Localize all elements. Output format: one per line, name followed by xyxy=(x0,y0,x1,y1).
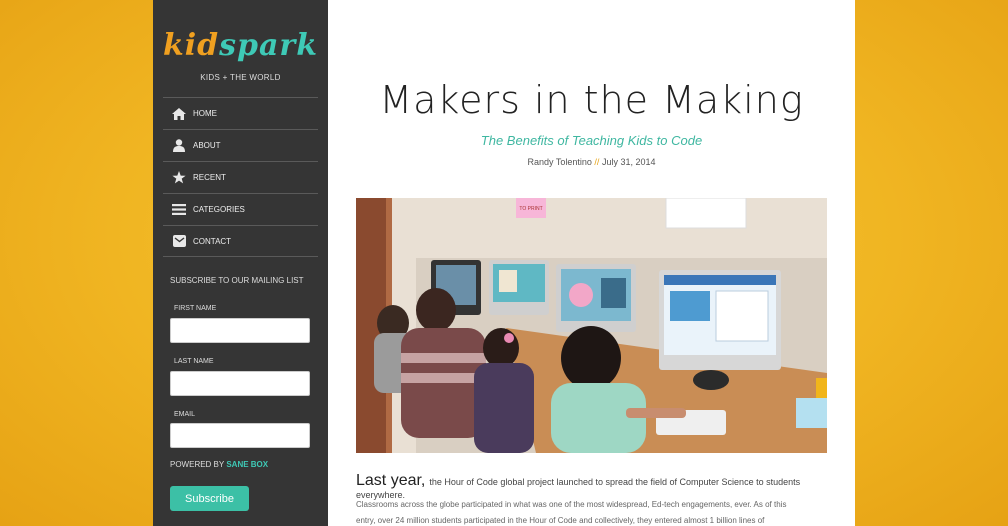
article-subtitle: The Benefits of Teaching Kids to Code xyxy=(480,133,703,148)
publish-date: July 31, 2014 xyxy=(601,157,656,167)
nav-label: CONTACT xyxy=(193,236,232,246)
first-name-label: FIRST NAME xyxy=(174,305,217,312)
nav-item-about[interactable]: ABOUT xyxy=(163,129,318,161)
powered-by: POWERED BY SANE BOX xyxy=(170,460,268,469)
powered-by-link[interactable]: SANE BOX xyxy=(226,460,268,469)
svg-text:TO PRINT: TO PRINT xyxy=(519,206,542,212)
email-label: EMAIL xyxy=(174,411,196,418)
article-photo: TO PRINT xyxy=(356,198,827,453)
author-name[interactable]: Randy Tolentino xyxy=(528,157,592,167)
menu-icon xyxy=(171,203,187,217)
nav-label: CATEGORIES xyxy=(193,205,245,214)
article-lead: Last year, the Hour of Code global projec… xyxy=(356,472,827,500)
first-name-field[interactable] xyxy=(170,318,310,343)
email-field[interactable] xyxy=(170,423,310,448)
nav-item-recent[interactable]: RECENT xyxy=(163,161,318,193)
powered-by-label: POWERED BY xyxy=(170,460,225,469)
home-icon xyxy=(171,107,187,121)
byline-separator: // xyxy=(594,157,600,167)
photo-note: TO PRINT xyxy=(516,198,546,218)
star-icon xyxy=(171,171,187,185)
main-nav: HOME ABOUT RECENT CATEGORIES CONTACT xyxy=(163,97,318,257)
last-name-field[interactable] xyxy=(170,371,310,396)
nav-item-contact[interactable]: CONTACT xyxy=(163,225,318,257)
body-line: Classrooms across the globe participated… xyxy=(356,500,787,509)
last-name-label: LAST NAME xyxy=(174,358,214,365)
body-line: entry, over 24 million students particip… xyxy=(356,516,765,525)
user-icon xyxy=(171,139,187,153)
mail-icon xyxy=(171,234,187,248)
nav-label: ABOUT xyxy=(193,141,221,150)
nav-label: RECENT xyxy=(193,173,226,182)
article-main: Makers in the Making The Benefits of Tea… xyxy=(328,0,855,526)
subscribe-heading: SUBSCRIBE TO OUR MAILING LIST xyxy=(170,276,304,285)
site-logo[interactable]: kidspark xyxy=(153,28,328,63)
nav-item-home[interactable]: HOME xyxy=(163,97,318,129)
site-tagline: KIDS + THE WORLD xyxy=(200,73,281,82)
subscribe-button[interactable]: Subscribe xyxy=(170,486,249,511)
article-title: Makers in the Making xyxy=(379,78,804,122)
nav-label: HOME xyxy=(193,109,217,118)
nav-item-categories[interactable]: CATEGORIES xyxy=(163,193,318,225)
article-byline: Randy Tolentino // July 31, 2014 xyxy=(328,157,855,167)
lead-dropword: Last year, xyxy=(356,472,426,489)
sidebar: kidspark KIDS + THE WORLD HOME ABOUT REC… xyxy=(153,0,328,526)
